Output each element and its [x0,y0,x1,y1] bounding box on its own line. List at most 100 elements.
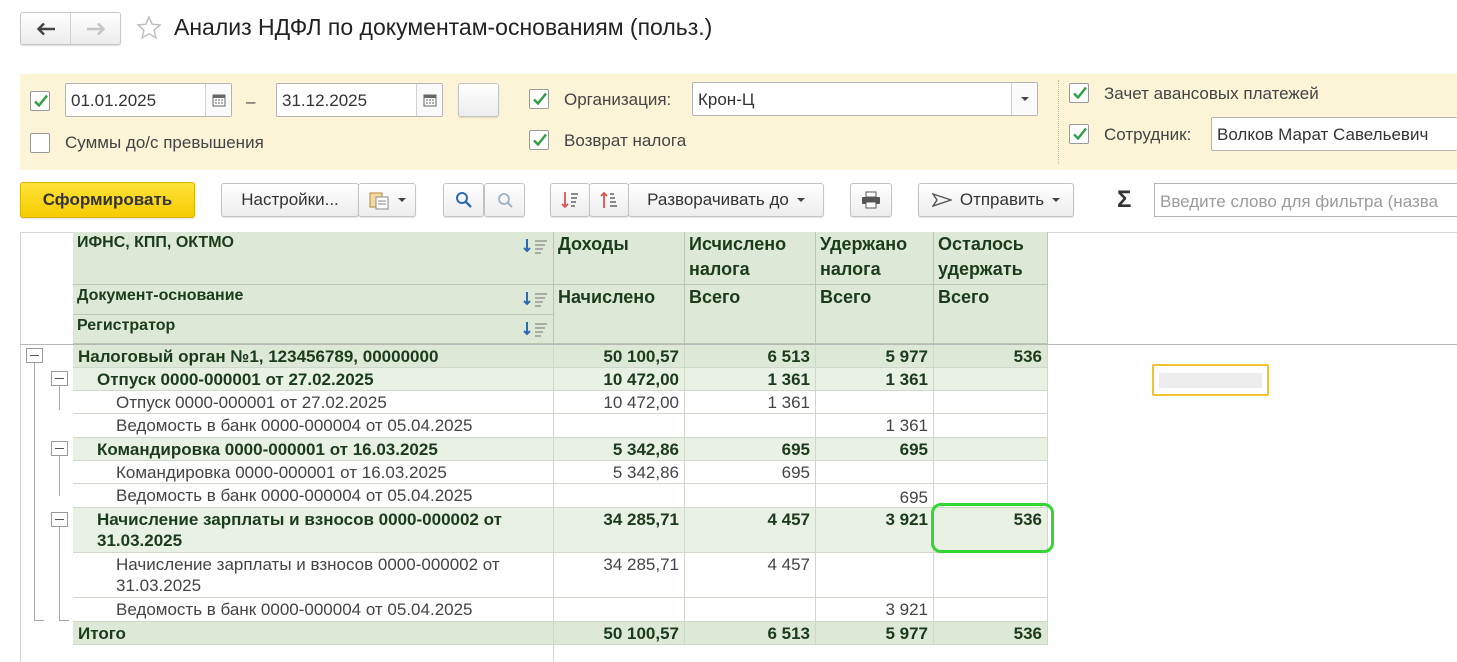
table-row-group[interactable]: Командировка 0000-000001 от 16.03.2025 5… [73,438,1048,461]
row-name: Командировка 0000-000001 от 16.03.2025 [73,438,554,461]
table-row-total[interactable]: Итого 50 100,57 6 513 5 977 536 [73,622,1048,645]
date-from-value: 01.01.2025 [71,91,157,110]
collapse-icon[interactable] [26,348,43,363]
send-dropdown-button[interactable]: Отправить [918,183,1074,217]
filter-search-input[interactable]: Введите слово для фильтра (назва [1154,183,1457,217]
checkmark-icon [533,92,547,106]
row-name: Итого [73,622,554,645]
sort-descending-button[interactable] [589,183,629,217]
tax-return-label: Возврат налога [564,131,687,150]
collapse-icon[interactable] [51,371,68,386]
row-withheld: 1 361 [816,368,934,391]
row-withheld: 5 977 [816,345,934,368]
row-income: 5 342,86 [554,438,685,461]
row-withheld: 5 977 [816,622,934,645]
period-checkbox[interactable] [30,91,50,111]
row-calculated: 4 457 [685,508,816,553]
calendar-icon[interactable] [416,84,442,116]
header-group[interactable]: ИФНС, КПП, ОКТМО [73,232,554,285]
header-income[interactable]: Доходы [554,232,685,285]
table-row-group[interactable]: Начисление зарплаты и взносов 0000-00000… [73,508,1048,553]
row-remaining [934,461,1048,484]
row-calculated: 695 [685,461,816,484]
organization-checkbox[interactable] [529,89,549,109]
tax-return-checkbox[interactable] [529,130,549,150]
table-row[interactable]: Ведомость в банк 0000-000004 от 05.04.20… [73,484,1048,508]
print-button[interactable] [850,183,892,217]
collapse-icon[interactable] [51,441,68,456]
header-calculated[interactable]: Исчислено налога [685,232,816,285]
date-to-field[interactable]: 31.12.2025 [276,83,443,117]
expand-to-dropdown[interactable]: Разворачивать до [628,183,824,217]
forward-button[interactable] [70,13,120,44]
header-calculated-total[interactable]: Всего [685,285,816,344]
checkmark-icon [1073,86,1087,100]
variants-dropdown-button[interactable] [358,183,416,217]
period-select-button[interactable] [458,83,499,117]
organization-select[interactable]: Крон-Ц [692,82,1038,116]
table-row[interactable]: Отпуск 0000-000001 от 27.02.2025 10 472,… [73,391,1048,414]
chevron-down-icon[interactable] [1011,83,1037,115]
row-calculated: 4 457 [685,553,816,598]
header-remaining-total[interactable]: Всего [934,285,1048,344]
table-row[interactable]: Ведомость в банк 0000-000004 от 05.04.20… [73,598,1048,622]
row-withheld: 3 921 [816,508,934,553]
back-button[interactable] [21,13,70,44]
header-registrar[interactable]: Регистратор [73,315,554,344]
row-income: 34 285,71 [554,553,685,598]
favorite-star-icon[interactable] [136,15,162,41]
row-name: Командировка 0000-000001 от 16.03.2025 [73,461,554,484]
header-doc[interactable]: Документ-основание [73,285,554,315]
settings-button[interactable]: Настройки... [221,183,359,217]
selected-cell-frame[interactable] [1152,364,1269,396]
collapse-icon[interactable] [51,512,68,527]
row-calculated [685,484,816,508]
row-name: Ведомость в банк 0000-000004 от 05.04.20… [73,598,554,622]
generate-button[interactable]: Сформировать [20,182,195,218]
employee-select[interactable]: Волков Марат Савельевич [1211,117,1457,151]
row-remaining [934,368,1048,391]
header-withheld-total[interactable]: Всего [816,285,934,344]
date-from-field[interactable]: 01.01.2025 [65,83,232,117]
row-name: Отпуск 0000-000001 от 27.02.2025 [73,391,554,414]
table-row[interactable]: Командировка 0000-000001 от 16.03.2025 5… [73,461,1048,484]
highlight-remaining-536 [931,503,1054,553]
sort-ascending-icon [561,192,578,209]
table-row-group[interactable]: Отпуск 0000-000001 от 27.02.2025 10 472,… [73,368,1048,391]
header-remaining[interactable]: Осталось удержать [934,232,1048,285]
date-range-dash: – [246,92,256,111]
advance-payments-checkbox[interactable] [1069,83,1089,103]
row-calculated: 6 513 [685,622,816,645]
calendar-icon[interactable] [205,84,231,116]
row-name: Начисление зарплаты и взносов 0000-00000… [73,508,554,553]
row-calculated [685,598,816,622]
sort-ascending-button[interactable] [550,183,590,217]
row-calculated: 1 361 [685,391,816,414]
clear-search-button[interactable] [484,183,525,217]
row-withheld: 695 [816,484,934,508]
filter-divider [1058,80,1059,164]
expand-to-label: Разворачивать до [647,190,789,209]
row-income [554,598,685,622]
row-income: 34 285,71 [554,508,685,553]
header-withheld[interactable]: Удержано налога [816,232,934,285]
row-income [554,484,685,508]
search-button[interactable] [443,183,484,217]
row-remaining [934,598,1048,622]
advance-payments-label: Зачет авансовых платежей [1104,84,1319,103]
arrow-left-icon [36,22,55,35]
header-income-accrued[interactable]: Начислено [554,285,685,344]
employee-checkbox[interactable] [1069,124,1089,144]
table-row-tax-office[interactable]: Налоговый орган №1, 123456789, 00000000 … [73,345,1048,368]
checkmark-icon [533,133,547,147]
table-row[interactable]: Начисление зарплаты и взносов 0000-00000… [73,553,1048,598]
table-row[interactable]: Ведомость в банк 0000-000004 от 05.04.20… [73,414,1048,438]
row-withheld: 3 921 [816,598,934,622]
row-calculated: 6 513 [685,345,816,368]
sum-icon[interactable]: Σ [1117,186,1131,214]
search-icon [455,192,472,208]
row-income [554,414,685,438]
exceed-sums-checkbox[interactable] [30,133,50,153]
row-withheld: 1 361 [816,414,934,438]
organization-value: Крон-Ц [698,90,755,109]
